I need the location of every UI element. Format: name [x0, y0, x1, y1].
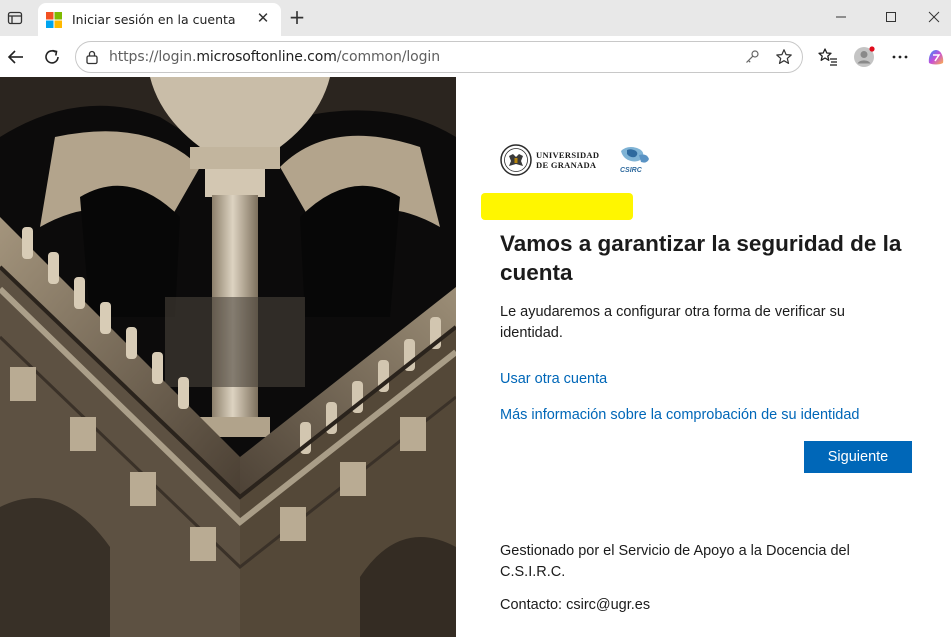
- background-architecture-image: [0, 77, 456, 637]
- use-other-account-link[interactable]: Usar otra cuenta: [500, 371, 607, 387]
- microsoft-logo-icon: [46, 12, 62, 28]
- active-tab[interactable]: Iniciar sesión en la cuenta ✕: [38, 3, 281, 36]
- address-bar[interactable]: https://login.microsoftonline.com/common…: [75, 41, 803, 73]
- close-tab-icon[interactable]: ✕: [255, 11, 271, 27]
- ugr-crest-icon: [500, 144, 532, 176]
- redacted-email: [481, 193, 633, 220]
- favorite-star-icon[interactable]: [775, 48, 793, 66]
- sign-in-panel: UNIVERSIDAD DE GRANADA CSIRC Vamos a gar…: [456, 77, 951, 637]
- copilot-icon[interactable]: [925, 46, 947, 68]
- url-text: https://login.microsoftonline.com/common…: [109, 49, 440, 65]
- description-text: Le ayudaremos a configurar otra forma de…: [500, 304, 845, 341]
- back-icon[interactable]: [5, 46, 27, 68]
- page-title: Vamos a garantizar la seguridad de la cu…: [500, 231, 902, 285]
- refresh-icon[interactable]: [41, 46, 63, 68]
- profile-avatar-icon[interactable]: [853, 46, 875, 68]
- svg-text:CSIRC: CSIRC: [620, 167, 643, 174]
- next-button[interactable]: Siguiente: [804, 441, 912, 473]
- csirc-logo-icon: CSIRC: [620, 147, 649, 174]
- favorites-list-icon[interactable]: [817, 46, 839, 68]
- maximize-icon[interactable]: [876, 8, 906, 26]
- key-icon[interactable]: [744, 49, 760, 65]
- tab-title: Iniciar sesión en la cuenta: [72, 12, 236, 27]
- browser-toolbar: https://login.microsoftonline.com/common…: [0, 36, 951, 78]
- tab-actions-icon[interactable]: [7, 10, 23, 26]
- minimize-icon[interactable]: [826, 8, 856, 26]
- university-name: UNIVERSIDAD DE GRANADA: [536, 150, 600, 170]
- managed-by-text: Gestionado por el Servicio de Apoyo a la…: [500, 543, 850, 580]
- more-info-link[interactable]: Más información sobre la comprobación de…: [500, 407, 859, 423]
- site-info-lock-icon[interactable]: [84, 49, 100, 65]
- more-options-icon[interactable]: [889, 46, 911, 68]
- close-window-icon[interactable]: [919, 8, 949, 26]
- contact-text: Contacto: csirc@ugr.es: [500, 597, 651, 613]
- new-tab-icon[interactable]: +: [288, 7, 306, 27]
- tab-bar: Iniciar sesión en la cuenta ✕ +: [0, 0, 951, 36]
